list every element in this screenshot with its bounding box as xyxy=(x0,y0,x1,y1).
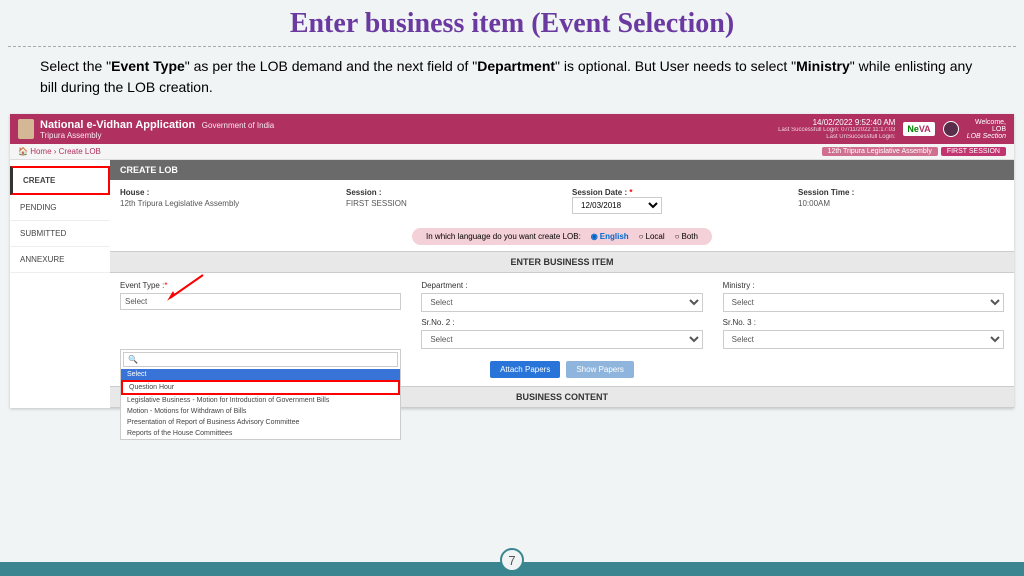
enter-business-header: ENTER BUSINESS ITEM xyxy=(110,251,1014,273)
session-value: FIRST SESSION xyxy=(346,199,552,208)
department-label: Department : xyxy=(421,281,702,290)
session-date-label: Session Date : * xyxy=(572,188,778,197)
slide-footer: 7 xyxy=(0,562,1024,576)
avatar-icon[interactable] xyxy=(943,121,959,137)
srno3-select[interactable]: Select xyxy=(723,330,1004,349)
sidebar: CREATE PENDING SUBMITTED ANNEXURE xyxy=(10,160,110,408)
dd-option-select[interactable]: Select xyxy=(121,369,400,380)
neva-logo: NeVA xyxy=(903,122,934,136)
show-papers-button[interactable]: Show Papers xyxy=(566,361,634,378)
lang-local[interactable]: ○ Local xyxy=(639,232,665,241)
dd-option-house[interactable]: Reports of the House Committees xyxy=(121,428,400,439)
breadcrumb[interactable]: 🏠 Home › Create LOB xyxy=(18,147,101,156)
dropdown-search[interactable]: 🔍 xyxy=(123,352,398,367)
assembly-name: Tripura Assembly xyxy=(40,131,274,140)
ministry-label: Ministry : xyxy=(723,281,1004,290)
session-date-select[interactable]: 12/03/2018 xyxy=(572,197,662,214)
event-type-label: Event Type :* xyxy=(120,281,401,290)
create-lob-header: CREATE LOB xyxy=(110,160,1014,180)
sidebar-item-create[interactable]: CREATE xyxy=(10,166,110,195)
house-label: House : xyxy=(120,188,326,197)
lang-english[interactable]: ◉ English xyxy=(591,232,629,241)
assembly-badge: 12th Tripura Legislative Assembly xyxy=(822,147,938,156)
attach-papers-button[interactable]: Attach Papers xyxy=(490,361,560,378)
breadcrumb-bar: 🏠 Home › Create LOB 12th Tripura Legisla… xyxy=(10,144,1014,160)
search-icon: 🔍 xyxy=(128,355,138,364)
house-value: 12th Tripura Legislative Assembly xyxy=(120,199,326,208)
page-number: 7 xyxy=(500,548,524,572)
emblem-icon xyxy=(18,119,34,139)
datetime-block: 14/02/2022 9:52:40 AM Last Successfull L… xyxy=(778,118,895,141)
app-header: National e-Vidhan Application Government… xyxy=(10,114,1014,144)
dd-option-question-hour[interactable]: Question Hour xyxy=(121,380,400,395)
session-badge: FIRST SESSION xyxy=(941,147,1006,156)
department-select[interactable]: Select xyxy=(421,293,702,312)
language-selector: In which language do you want create LOB… xyxy=(412,228,712,245)
lang-both[interactable]: ○ Both xyxy=(675,232,698,241)
srno3-label: Sr.No. 3 : xyxy=(723,318,1004,327)
app-window: National e-Vidhan Application Government… xyxy=(10,114,1014,408)
session-time-label: Session Time : xyxy=(798,188,1004,197)
welcome-text: Welcome, LOB LOB Section xyxy=(967,119,1006,140)
dd-option-motion[interactable]: Motion - Motions for Withdrawn of Bills xyxy=(121,406,400,417)
sidebar-item-annexure[interactable]: ANNEXURE xyxy=(10,247,110,273)
app-title: National e-Vidhan Application xyxy=(40,119,195,131)
ministry-select[interactable]: Select xyxy=(723,293,1004,312)
sidebar-item-pending[interactable]: PENDING xyxy=(10,195,110,221)
srno2-select[interactable]: Select xyxy=(421,330,702,349)
sidebar-item-submitted[interactable]: SUBMITTED xyxy=(10,221,110,247)
instruction-text: Select the "Event Type" as per the LOB d… xyxy=(0,47,1024,108)
app-subtitle: Government of India xyxy=(202,121,274,130)
dd-option-legislative[interactable]: Legislative Business - Motion for Introd… xyxy=(121,395,400,406)
slide-title: Enter business item (Event Selection) xyxy=(0,0,1024,46)
session-label: Session : xyxy=(346,188,552,197)
event-type-dropdown: 🔍 Select Question Hour Legislative Busin… xyxy=(120,349,401,440)
dd-option-report[interactable]: Presentation of Report of Business Advis… xyxy=(121,417,400,428)
srno2-label: Sr.No. 2 : xyxy=(421,318,702,327)
event-type-select[interactable]: Select xyxy=(120,293,401,310)
session-time-value: 10:00AM xyxy=(798,199,1004,208)
